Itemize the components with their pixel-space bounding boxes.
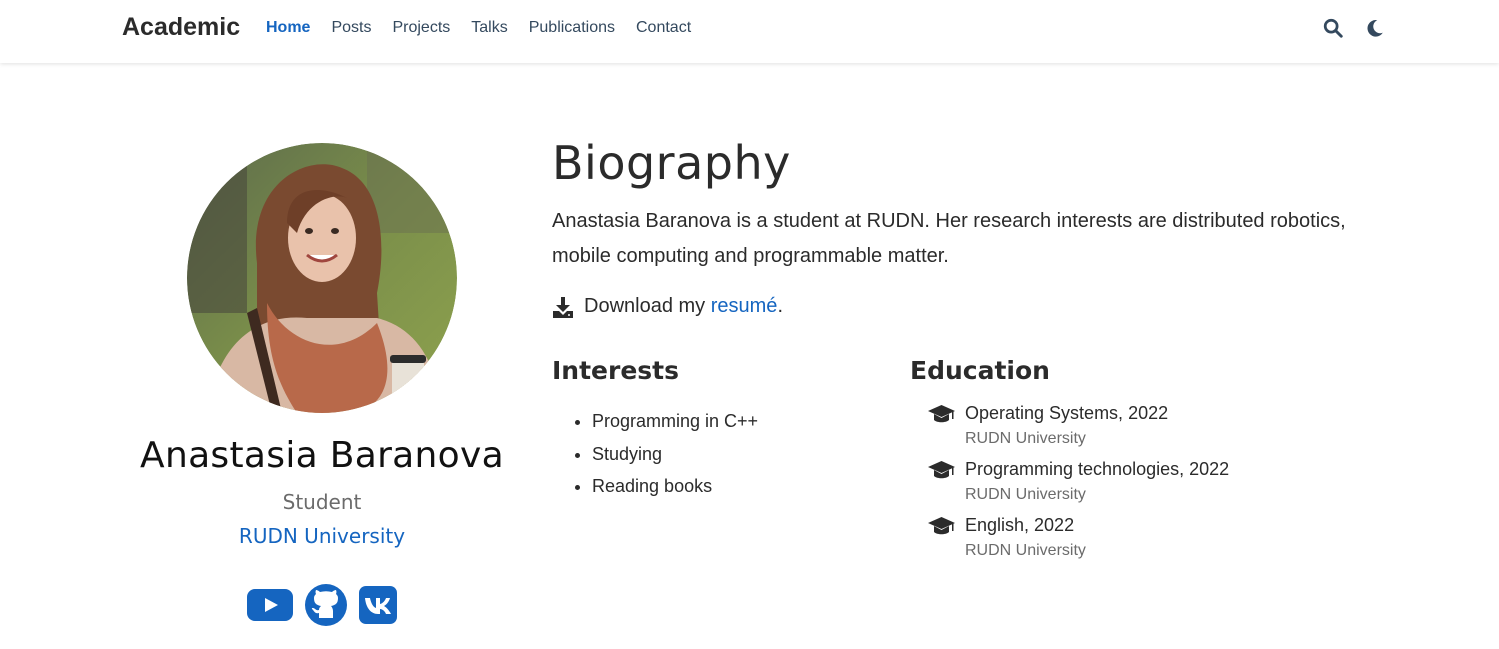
- profile-organization-link[interactable]: RUDN University: [120, 524, 524, 548]
- education-course: Operating Systems, 2022: [965, 403, 1169, 423]
- top-navbar: Academic Home Posts Projects Talks Publi…: [0, 0, 1499, 63]
- list-item: Programming in C++: [592, 405, 892, 438]
- profile-name: Anastasia Baranova: [140, 435, 504, 476]
- nav-link-talks[interactable]: Talks: [471, 19, 507, 37]
- graduation-cap-icon: [928, 405, 955, 423]
- nav-link-projects[interactable]: Projects: [392, 19, 450, 37]
- social-links: [120, 584, 524, 626]
- education-course: English, 2022: [965, 515, 1075, 535]
- education-list: Operating Systems, 2022 RUDN University …: [910, 402, 1390, 560]
- biography-title: Biography: [552, 136, 791, 190]
- nav-link-posts[interactable]: Posts: [331, 19, 371, 37]
- github-icon[interactable]: [305, 584, 347, 626]
- list-item: English, 2022 RUDN University: [910, 514, 1390, 560]
- list-item: Programming technologies, 2022 RUDN Univ…: [910, 458, 1390, 504]
- profile-photo: [187, 143, 457, 413]
- graduation-cap-icon: [928, 461, 955, 479]
- download-suffix: .: [777, 295, 783, 317]
- nav-link-publications[interactable]: Publications: [529, 19, 615, 37]
- education-institution: RUDN University: [965, 486, 1086, 503]
- education-institution: RUDN University: [965, 430, 1086, 447]
- download-resume: Download my resumé.: [552, 295, 1392, 318]
- interests-list: Programming in C++ Studying Reading book…: [552, 405, 892, 503]
- moon-icon[interactable]: [1364, 17, 1386, 39]
- list-item: Reading books: [592, 470, 892, 503]
- education-course: Programming technologies, 2022: [965, 459, 1230, 479]
- search-icon[interactable]: [1322, 17, 1344, 39]
- biography-section: Biography Anastasia Baranova is a studen…: [552, 136, 1392, 318]
- vk-icon[interactable]: [359, 586, 397, 624]
- interests-section: Interests Programming in C++ Studying Re…: [552, 356, 892, 503]
- nav-menu: Home Posts Projects Talks Publications C…: [266, 19, 712, 37]
- nav-link-home[interactable]: Home: [266, 19, 310, 37]
- education-institution: RUDN University: [965, 542, 1086, 559]
- list-item: Operating Systems, 2022 RUDN University: [910, 402, 1390, 448]
- nav-tools: [1322, 17, 1386, 39]
- profile-role: Student: [282, 490, 362, 514]
- download-prefix: Download my: [584, 295, 706, 317]
- education-title: Education: [910, 356, 1050, 385]
- profile-card: Anastasia Baranova Student RUDN Universi…: [120, 143, 524, 626]
- graduation-cap-icon: [928, 517, 955, 535]
- biography-text: Anastasia Baranova is a student at RUDN.…: [552, 210, 1346, 267]
- resume-link[interactable]: resumé: [711, 295, 778, 318]
- interests-title: Interests: [552, 356, 680, 385]
- youtube-icon[interactable]: [247, 588, 293, 622]
- download-icon: [553, 296, 573, 318]
- education-section: Education Operating Systems, 2022 RUDN U…: [910, 356, 1390, 570]
- nav-link-contact[interactable]: Contact: [636, 19, 691, 37]
- site-brand[interactable]: Academic: [122, 13, 240, 42]
- list-item: Studying: [592, 438, 892, 471]
